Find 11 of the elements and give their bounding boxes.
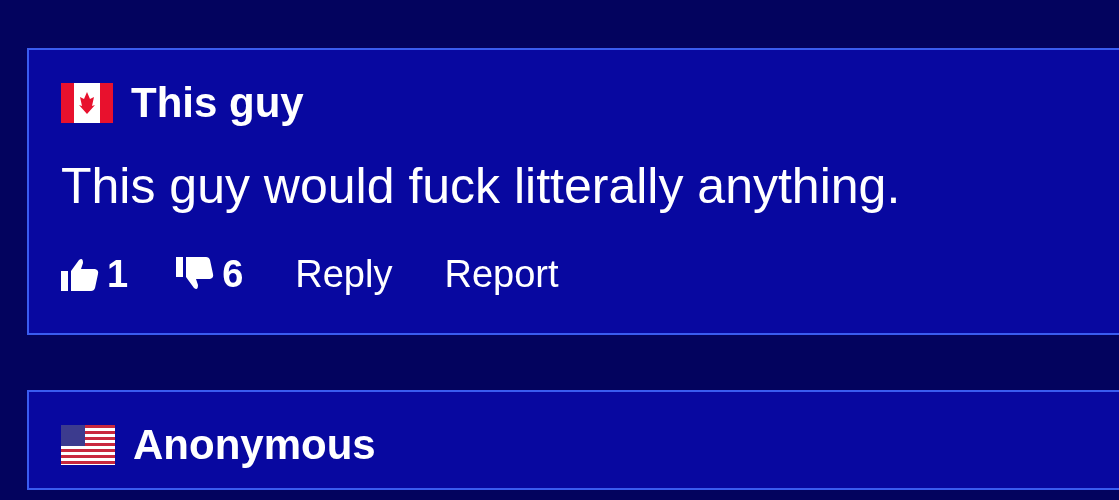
- thumbs-down-icon[interactable]: [176, 257, 215, 292]
- like-count: 1: [107, 251, 129, 297]
- dislike-count: 6: [222, 251, 244, 297]
- reply-link[interactable]: Reply: [295, 245, 393, 303]
- comment-text: This guy would fuck litterally anything.: [61, 158, 902, 216]
- flag-icon: [61, 83, 113, 124]
- comment-author: Anonymous: [133, 421, 376, 468]
- flag-icon: [61, 424, 115, 465]
- report-link[interactable]: Report: [444, 245, 559, 303]
- comment-author: This guy: [131, 80, 304, 127]
- thumbs-up-icon[interactable]: [61, 257, 99, 292]
